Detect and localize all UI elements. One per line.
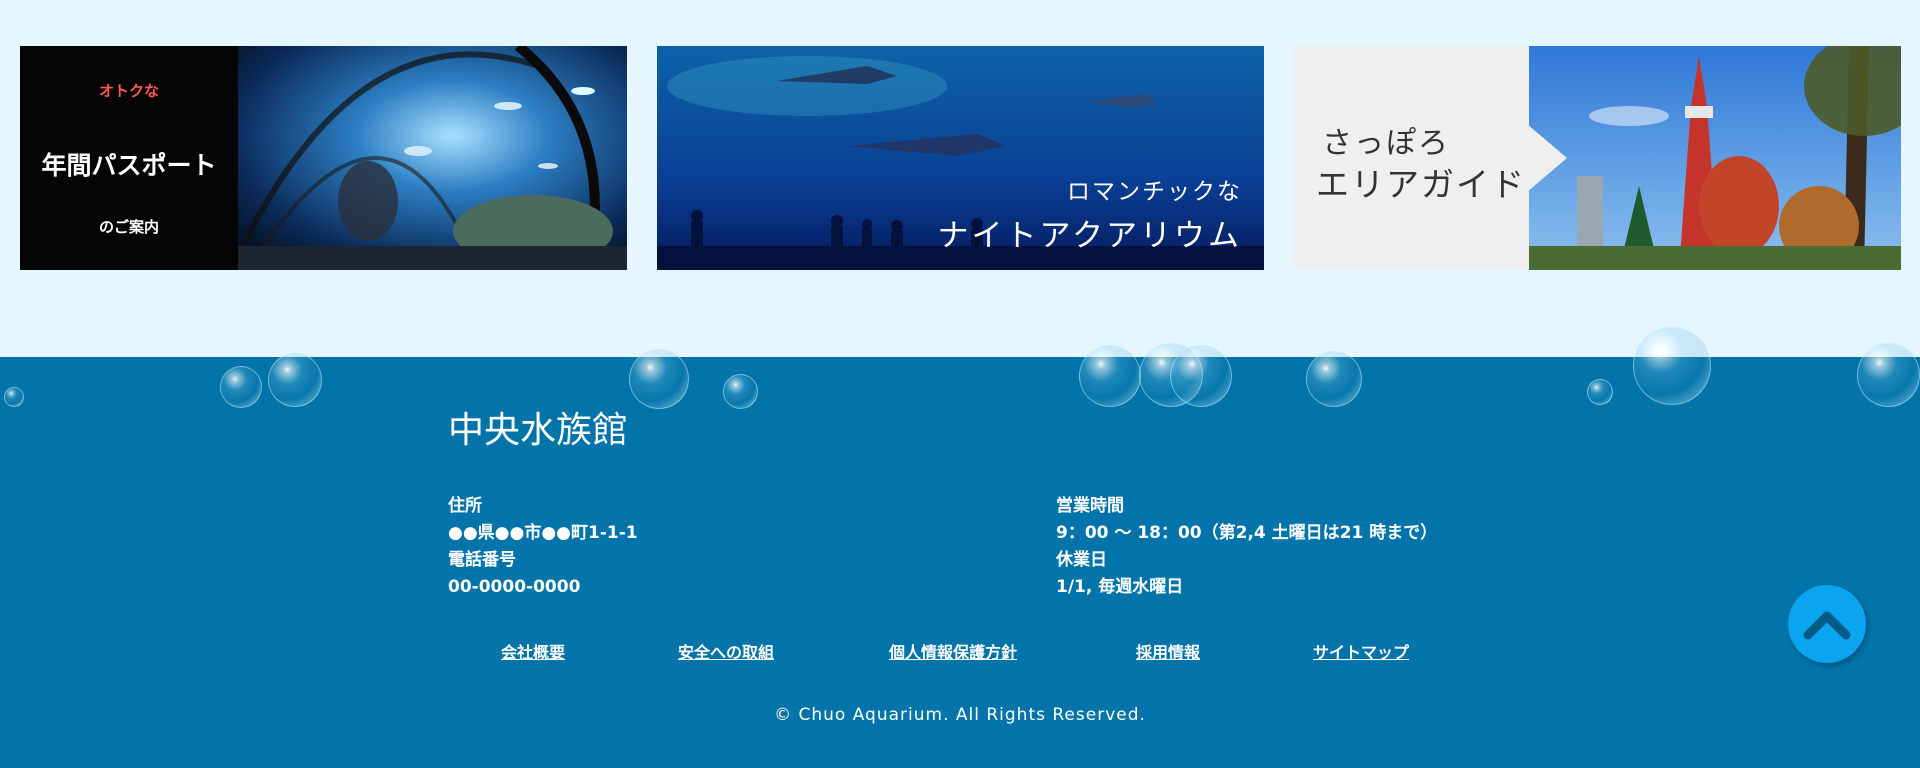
privacy-policy-link[interactable]: 個人情報保護方針	[889, 639, 1017, 663]
bubble-decoration	[220, 366, 262, 408]
closed-days-label: 休業日	[1056, 550, 1107, 570]
footer-hours-column: 営業時間 9：00 ～ 18：00（第2,4 土曜日は21 時まで） 休業日 1…	[1056, 493, 1437, 601]
area-guide-arrow	[1527, 124, 1567, 192]
safety-initiatives-link[interactable]: 安全への取組	[678, 639, 774, 663]
passport-label-title: 年間パスポート	[41, 151, 217, 180]
aquarium-tunnel-image	[238, 46, 627, 270]
area-guide-label-panel: さっぽろ エリアガイド	[1294, 46, 1529, 270]
sitemap-link[interactable]: サイトマップ	[1313, 639, 1409, 663]
bubble-decoration	[1857, 343, 1920, 407]
copyright: © Chuo Aquarium. All Rights Reserved.	[774, 705, 1146, 725]
passport-label-otoku: オトクな	[98, 82, 159, 100]
night-aquarium-subtitle: ロマンチックな	[1067, 179, 1242, 205]
company-profile-link[interactable]: 会社概要	[501, 639, 565, 663]
footer-contact-column: 住所 ●●県●●市●●町1-1-1 電話番号 00-0000-0000	[448, 493, 638, 601]
closed-days-value: 1/1, 毎週水曜日	[1056, 577, 1184, 597]
back-to-top-button[interactable]	[1788, 585, 1866, 663]
bubble-decoration	[629, 349, 689, 409]
bubble-decoration	[1633, 327, 1711, 405]
bubble-decoration	[268, 353, 322, 407]
bubble-decoration	[4, 387, 24, 407]
bubble-decoration	[1079, 345, 1141, 407]
bubble-decoration	[1587, 379, 1613, 405]
banner-area: オトクな 年間パスポート のご案内 ロマンチックな ナイトアクアリウム さっぽろ…	[0, 0, 1920, 357]
chevron-up-icon	[1803, 611, 1851, 640]
area-guide-city: さっぽろ	[1322, 126, 1450, 161]
footer-site-title: 中央水族館	[448, 410, 629, 451]
hours-value: 9：00 ～ 18：00（第2,4 土曜日は21 時まで）	[1056, 523, 1438, 543]
recruitment-link[interactable]: 採用情報	[1136, 639, 1200, 663]
passport-label-panel: オトクな 年間パスポート のご案内	[20, 46, 238, 270]
bubble-decoration	[723, 374, 758, 409]
passport-label-guide: のご案内	[98, 218, 159, 236]
site-footer: 中央水族館 住所 ●●県●●市●●町1-1-1 電話番号 00-0000-000…	[0, 327, 1920, 768]
night-aquarium-banner[interactable]: ロマンチックな ナイトアクアリウム	[657, 46, 1264, 270]
sapporo-tv-tower-image	[1529, 46, 1901, 270]
bubble-decoration	[1306, 351, 1362, 407]
phone-label: 電話番号	[448, 550, 516, 570]
hours-label: 営業時間	[1056, 496, 1124, 516]
night-aquarium-title: ナイトアクアリウム	[937, 218, 1242, 254]
area-guide-title: エリアガイド	[1316, 165, 1526, 204]
address-label: 住所	[448, 496, 482, 516]
annual-passport-banner[interactable]: オトクな 年間パスポート のご案内	[20, 46, 627, 270]
sapporo-area-guide-banner[interactable]: さっぽろ エリアガイド	[1294, 46, 1901, 270]
address-value: ●●県●●市●●町1-1-1	[448, 523, 638, 543]
phone-value: 00-0000-0000	[448, 577, 581, 597]
bubble-decoration	[1170, 345, 1232, 407]
